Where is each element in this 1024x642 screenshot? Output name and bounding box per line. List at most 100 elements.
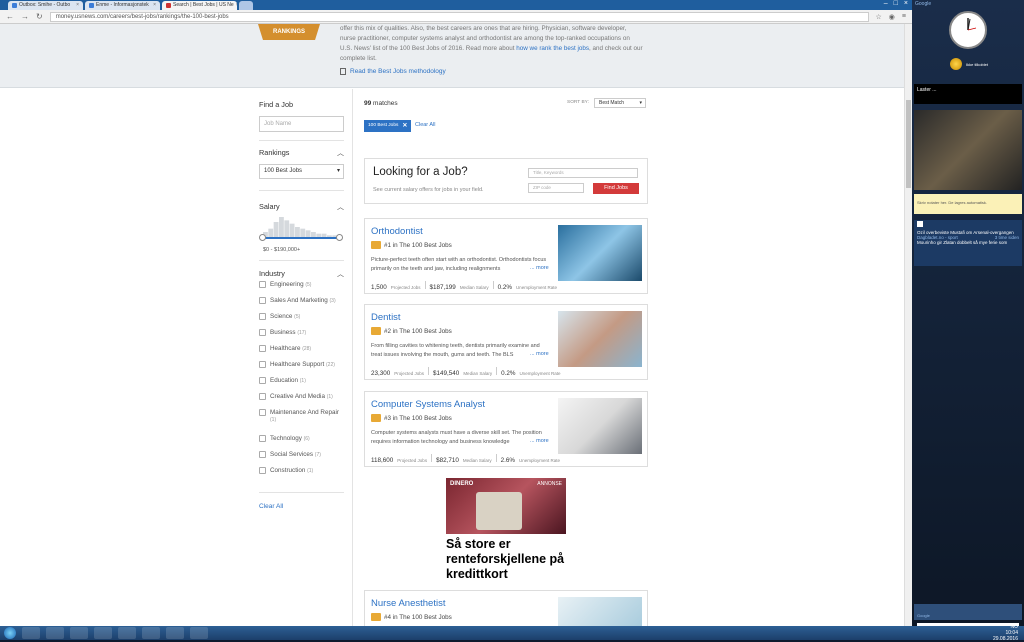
clock-date: 29.08.2016 [992, 636, 1018, 642]
internet-explorer-app[interactable] [70, 627, 88, 639]
salary-bar [273, 222, 279, 237]
start-button[interactable] [4, 627, 16, 639]
checkbox[interactable] [259, 451, 266, 458]
system-tray[interactable]: NO 10:04 29.08.2016 [993, 624, 1018, 642]
checkbox[interactable] [259, 435, 266, 442]
scrollbar-thumb[interactable] [906, 100, 911, 188]
checkbox[interactable] [259, 393, 266, 400]
tab-best-jobs[interactable]: Search | Best Jobs | US Ne× [162, 1, 237, 10]
zip-code-input[interactable]: ZIP code [528, 183, 584, 193]
news-item[interactable]: Ozil overbeviste Mustafi om Arsenal-over… [917, 230, 1019, 240]
back-icon[interactable]: ← [6, 12, 14, 21]
sidebar-clear-all-link[interactable]: Clear All [259, 503, 283, 510]
news-gadget: Ozil overbeviste Mustafi om Arsenal-over… [914, 220, 1022, 266]
industry-filter[interactable]: Science (5) [259, 313, 345, 320]
more-link[interactable]: ... more [527, 265, 549, 271]
tab-enme[interactable]: Enme - Informasjonstek × [85, 1, 160, 10]
salary-slider-track [261, 237, 341, 239]
job-description: Computer systems analysts must have a di… [371, 430, 542, 445]
salary-bar [289, 223, 295, 237]
sort-select[interactable]: Best Match ▾ [594, 98, 646, 108]
industry-filter[interactable]: Technology (6) [259, 435, 345, 442]
outlook-app[interactable] [22, 627, 40, 639]
media-app[interactable] [142, 627, 160, 639]
close-icon[interactable]: × [76, 1, 79, 10]
new-tab-button[interactable] [239, 1, 253, 10]
tab-outbox[interactable]: Outbox: Smihe - Outbo × [8, 1, 83, 10]
industry-filter[interactable]: Sales And Marketing (3) [259, 297, 345, 304]
rankings-ribbon: RANKINGS [258, 24, 320, 40]
extension-icon[interactable]: ◉ [889, 13, 895, 21]
checkbox[interactable] [259, 361, 266, 368]
chevron-up-icon[interactable]: ︿ [337, 148, 344, 158]
job-photo[interactable] [558, 225, 642, 281]
notes-gadget[interactable]: Skriv notater her. De lagres automatisk. [914, 194, 1022, 214]
checkbox[interactable] [259, 329, 266, 336]
job-search-promo: Looking for a Job? See current salary of… [364, 158, 648, 204]
reload-icon[interactable]: ↻ [36, 12, 43, 21]
methodology-link[interactable]: Read the Best Jobs methodology [340, 68, 446, 75]
job-title-link[interactable]: Dentist [371, 312, 401, 323]
file-explorer-app[interactable] [46, 627, 64, 639]
job-photo[interactable] [558, 398, 642, 454]
industry-filter[interactable]: Construction (1) [259, 467, 345, 474]
news-item[interactable]: Mourinho gir Zlatan dobbelt så mye ferie… [917, 240, 1019, 245]
checkbox[interactable] [259, 281, 266, 288]
industry-filter[interactable]: Creative And Media (1) [259, 393, 345, 400]
job-card: Orthodontist #1 in The 100 Best Jobs Pictu… [364, 218, 648, 294]
results-clear-all-link[interactable]: Clear All [415, 122, 435, 128]
close-window-icon[interactable]: × [904, 0, 908, 7]
usnews-icon [166, 3, 171, 8]
document-icon [340, 68, 346, 75]
industry-filter[interactable]: Education (1) [259, 377, 345, 384]
dropdown-arrow-icon: ▾ [336, 168, 340, 174]
checkbox[interactable] [259, 467, 266, 474]
salary-bar [279, 217, 284, 237]
close-icon[interactable]: × [236, 1, 237, 10]
pdf-app[interactable] [190, 627, 208, 639]
salary-max-handle[interactable] [336, 234, 343, 241]
window-controls: – □ × [884, 0, 908, 7]
job-name-input[interactable]: Job Name [259, 116, 344, 132]
weather-status: Ikke tilkoblet [966, 62, 989, 67]
close-icon[interactable]: × [153, 1, 156, 10]
advertisement[interactable]: DINERO ANNONSE Så store er renteforskjel… [446, 478, 566, 582]
job-photo[interactable] [558, 311, 642, 367]
job-title-link[interactable]: Nurse Anesthetist [371, 598, 445, 609]
how-we-rank-link[interactable]: how we rank the best jobs [516, 45, 589, 52]
rankings-select[interactable]: 100 Best Jobs ▾ [259, 164, 344, 179]
skype-app[interactable] [166, 627, 184, 639]
chevron-up-icon[interactable]: ︿ [337, 269, 344, 279]
remove-filter-icon[interactable]: ✕ [402, 120, 407, 132]
forward-icon[interactable]: → [21, 12, 29, 21]
job-title-link[interactable]: Orthodontist [371, 226, 423, 237]
salary-min-handle[interactable] [259, 234, 266, 241]
checkbox[interactable] [259, 377, 266, 384]
industry-filter[interactable]: Maintenance And Repair (1) [259, 409, 345, 423]
chevron-up-icon[interactable]: ︿ [337, 202, 344, 212]
job-title-link[interactable]: Computer Systems Analyst [371, 399, 485, 410]
industry-filter[interactable]: Healthcare (28) [259, 345, 345, 352]
industry-filter[interactable]: Healthcare Support (22) [259, 361, 345, 368]
maximize-icon[interactable]: □ [894, 0, 898, 7]
page-scrollbar[interactable] [904, 24, 912, 626]
industry-filter[interactable]: Social Services (7) [259, 451, 345, 458]
chrome-app[interactable] [94, 627, 112, 639]
industry-filter[interactable]: Engineering (5) [259, 281, 345, 288]
checkbox[interactable] [259, 345, 266, 352]
filter-chip[interactable]: 100 Best Jobs ✕ [364, 120, 412, 132]
more-link[interactable]: ... more [527, 351, 549, 357]
star-icon[interactable]: ☆ [876, 13, 882, 21]
find-jobs-button[interactable]: Find Jobs [593, 183, 639, 194]
checkbox[interactable] [259, 297, 266, 304]
url-field[interactable]: money.usnews.com/careers/best-jobs/ranki… [49, 11, 869, 22]
job-photo[interactable] [558, 597, 642, 626]
industry-filter[interactable]: Business (17) [259, 329, 345, 336]
checkbox[interactable] [259, 409, 266, 416]
title-keywords-input[interactable]: Title, Keywords [528, 168, 638, 178]
word-app[interactable] [118, 627, 136, 639]
menu-icon[interactable]: ≡ [902, 13, 906, 20]
more-link[interactable]: ... more [527, 438, 549, 444]
minimize-icon[interactable]: – [884, 0, 888, 7]
checkbox[interactable] [259, 313, 266, 320]
